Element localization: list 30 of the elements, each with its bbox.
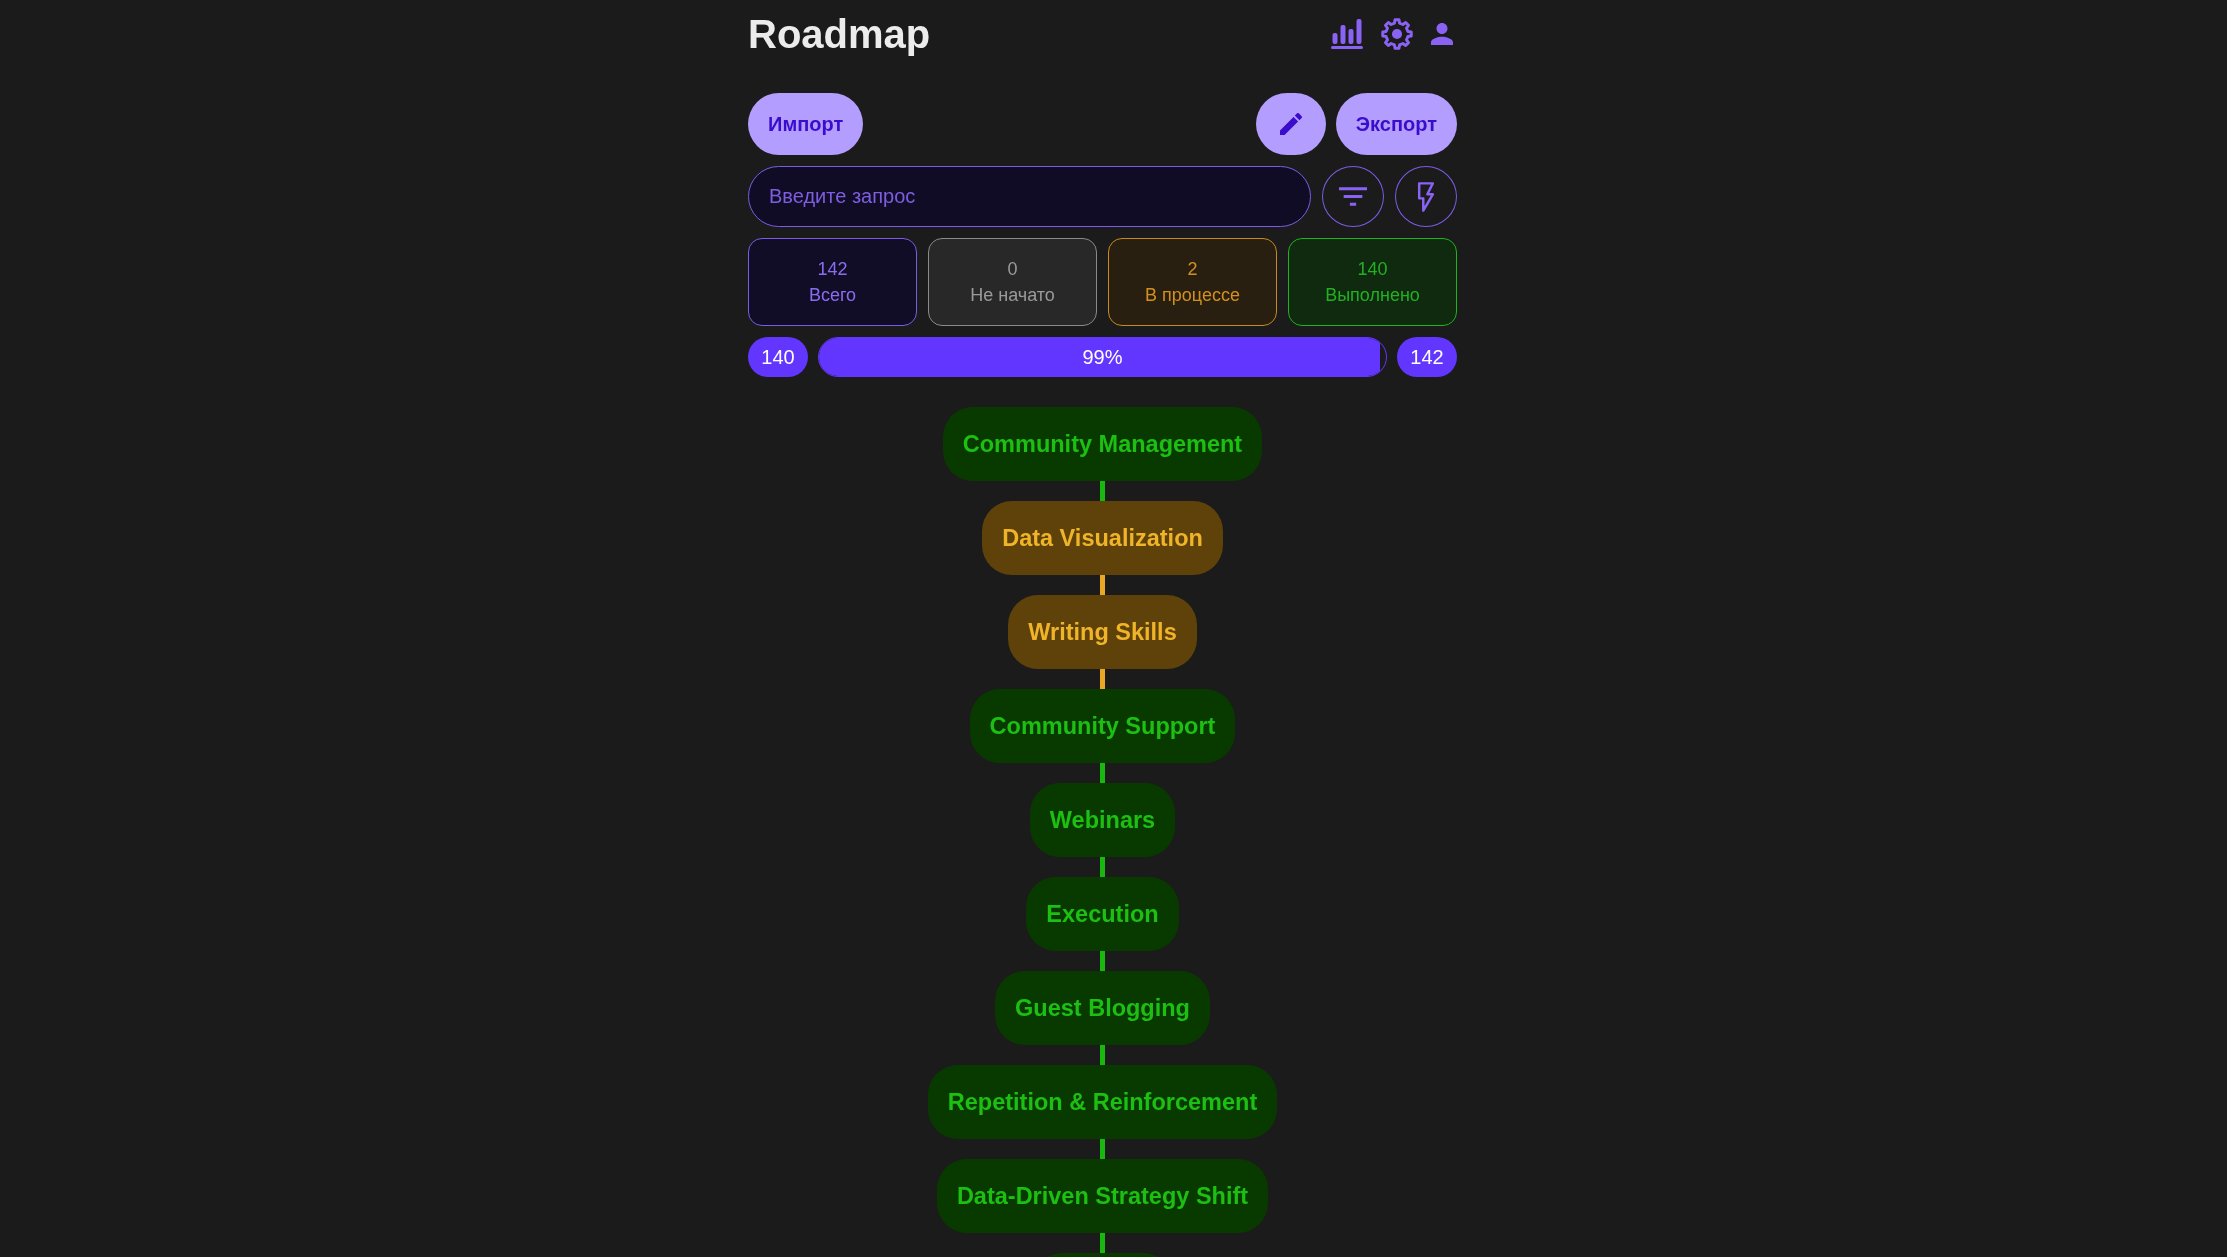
pencil-icon [1279,113,1302,135]
roadmap-node[interactable]: Writing Skills [1008,595,1197,669]
import-button[interactable]: Импорт [748,93,864,155]
done-count: 140 [748,337,808,377]
user-icon[interactable] [1431,23,1453,45]
stat-label: Не начато [970,284,1055,306]
lightning-bolt-icon [1417,181,1435,212]
roadmap-node[interactable]: Data Visualization [982,501,1223,575]
roadmap-node[interactable]: Execution [1026,877,1179,951]
total-count: 142 [1397,337,1457,377]
stat-label: Выполнено [1325,284,1420,306]
roadmap-node[interactable]: Community Management [942,407,1263,481]
stat-value: 142 [817,258,848,280]
stat-value: 0 [1007,258,1018,280]
roadmap-node[interactable]: Guest Blogging [995,971,1210,1045]
stat-label: Всего [808,284,857,306]
roadmap-node[interactable]: Community Support [969,689,1236,763]
filter-icon [1339,187,1367,206]
progress-reading: 99% [1082,345,1123,369]
stat-label: В процессе [1145,284,1240,306]
stat-value: 140 [1357,258,1388,280]
stat-value: 2 [1187,258,1198,280]
page-title: Roadmap [748,14,931,54]
search-field[interactable]: Введите запрос [748,166,1311,227]
bar-chart-icon[interactable] [1331,19,1363,49]
export-button[interactable]: Экспорт [1335,93,1457,155]
roadmap-node[interactable]: Data-Driven Strategy Shift [936,1159,1269,1233]
settings-icon[interactable] [1381,18,1413,50]
roadmap-node[interactable]: Webinars [1029,783,1176,857]
roadmap-node[interactable]: Repetition & Reinforcement [927,1065,1278,1139]
